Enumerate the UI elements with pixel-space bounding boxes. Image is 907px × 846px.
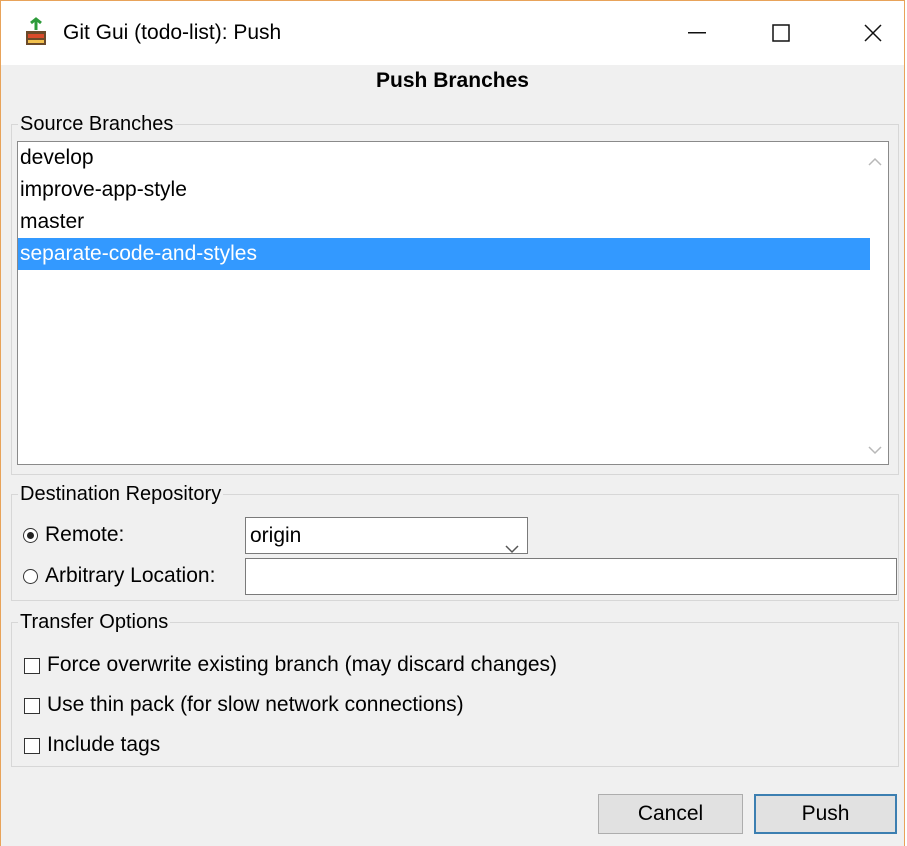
scroll-down-icon[interactable] (868, 442, 882, 455)
cancel-button[interactable]: Cancel (598, 794, 743, 834)
title-bar: Git Gui (todo-list): Push (1, 1, 904, 65)
transfer-options-legend: Transfer Options (20, 611, 169, 633)
chevron-down-icon (505, 530, 519, 554)
branch-item-master[interactable]: master (18, 206, 888, 238)
destination-legend: Destination Repository (20, 483, 222, 505)
branch-item-improve-app-style[interactable]: improve-app-style (18, 174, 888, 206)
remote-label: Remote: (45, 523, 125, 546)
arbitrary-location-radio[interactable] (23, 569, 38, 584)
maximize-button[interactable] (761, 15, 801, 51)
remote-select-value: origin (250, 524, 302, 547)
source-branches-list[interactable]: develop improve-app-style master separat… (17, 141, 889, 465)
force-overwrite-checkbox[interactable] (24, 658, 40, 674)
minimize-button[interactable] (677, 15, 717, 51)
scroll-up-icon[interactable] (868, 154, 882, 166)
arbitrary-location-input[interactable] (245, 558, 897, 595)
thin-pack-checkbox[interactable] (24, 698, 40, 714)
close-button[interactable] (853, 15, 893, 51)
branch-item-separate-code-and-styles[interactable]: separate-code-and-styles (18, 238, 870, 270)
remote-select[interactable]: origin (245, 517, 528, 554)
include-tags-label: Include tags (47, 733, 161, 756)
push-dialog-window: Git Gui (todo-list): Push Push Branches … (0, 0, 905, 846)
branch-item-develop[interactable]: develop (18, 142, 888, 174)
push-button[interactable]: Push (754, 794, 897, 834)
dialog-heading: Push Branches (376, 69, 529, 92)
arbitrary-location-label: Arbitrary Location: (45, 564, 216, 587)
window-title: Git Gui (todo-list): Push (63, 21, 282, 44)
force-overwrite-label: Force overwrite existing branch (may dis… (47, 653, 558, 676)
thin-pack-label: Use thin pack (for slow network connecti… (47, 693, 464, 716)
include-tags-checkbox[interactable] (24, 738, 40, 754)
git-gui-app-icon (23, 17, 49, 47)
remote-radio[interactable] (23, 528, 38, 543)
source-branches-legend: Source Branches (20, 113, 174, 135)
